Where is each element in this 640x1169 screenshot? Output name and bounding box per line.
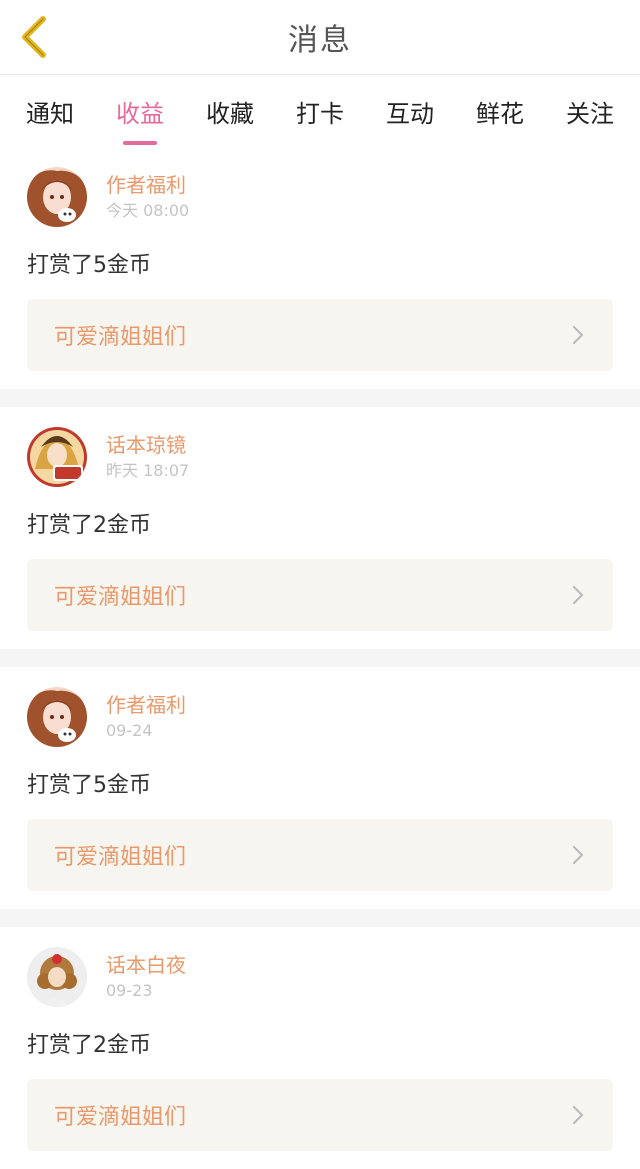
tab-flowers[interactable]: 鲜花 <box>476 75 524 147</box>
tab-favorites[interactable]: 收藏 <box>206 75 254 147</box>
target-link[interactable]: 可爱滴姐姐们 <box>27 1079 613 1151</box>
message-card: 作者福利 今天 08:00 打赏了5金币 可爱滴姐姐们 <box>0 147 640 389</box>
sender-name[interactable]: 话本白夜 <box>106 951 186 979</box>
chevron-right-icon <box>571 843 587 867</box>
divider <box>0 909 640 927</box>
reward-text: 打赏了5金币 <box>27 253 151 278</box>
chevron-right-icon <box>571 583 587 607</box>
app-header: 消息 <box>0 0 640 75</box>
message-time: 09-23 <box>106 981 153 1000</box>
tab-interaction[interactable]: 互动 <box>386 75 434 147</box>
reward-text: 打赏了2金币 <box>27 1033 151 1058</box>
message-card: 话本白夜 09-23 打赏了2金币 可爱滴姐姐们 <box>0 927 640 1169</box>
sender-name[interactable]: 话本琼镜 <box>106 431 189 459</box>
target-link[interactable]: 可爱滴姐姐们 <box>27 559 613 631</box>
tab-bar: 通知 收益 收藏 打卡 互动 鲜花 关注 <box>0 75 640 147</box>
tab-earnings[interactable]: 收益 <box>116 75 164 147</box>
message-sender: 话本琼镜 昨天 18:07 <box>27 425 613 489</box>
chevron-right-icon <box>571 323 587 347</box>
message-card: 话本琼镜 昨天 18:07 打赏了2金币 可爱滴姐姐们 <box>0 407 640 649</box>
curly-hair-avatar-icon <box>27 947 87 1007</box>
back-button[interactable] <box>14 12 54 62</box>
avatar[interactable] <box>27 947 87 1007</box>
message-sender: 作者福利 今天 08:00 <box>27 165 613 229</box>
page-title: 消息 <box>288 23 352 58</box>
divider <box>0 649 640 667</box>
chevron-right-icon <box>571 1103 587 1127</box>
message-time: 昨天 18:07 <box>106 461 190 480</box>
tab-following[interactable]: 关注 <box>566 75 614 147</box>
anime-girl-avatar-icon <box>27 687 87 747</box>
divider <box>0 389 640 407</box>
sender-name[interactable]: 作者福利 <box>106 691 186 719</box>
target-title: 可爱滴姐姐们 <box>54 1105 187 1130</box>
reward-text: 打赏了5金币 <box>27 773 151 798</box>
anime-girl-avatar-icon <box>27 167 87 227</box>
target-title: 可爱滴姐姐们 <box>54 585 187 610</box>
chevron-left-icon <box>22 16 46 58</box>
avatar[interactable] <box>27 427 87 487</box>
reward-text: 打赏了2金币 <box>27 513 151 538</box>
tab-notifications[interactable]: 通知 <box>26 75 74 147</box>
avatar[interactable] <box>27 167 87 227</box>
avatar[interactable] <box>27 687 87 747</box>
qiongjing-avatar-icon <box>27 427 87 487</box>
tab-checkin[interactable]: 打卡 <box>296 75 344 147</box>
sender-name[interactable]: 作者福利 <box>106 171 189 199</box>
target-title: 可爱滴姐姐们 <box>54 325 187 350</box>
message-time: 09-24 <box>106 721 153 740</box>
message-sender: 作者福利 09-24 <box>27 685 613 749</box>
message-sender: 话本白夜 09-23 <box>27 945 613 1009</box>
message-time: 今天 08:00 <box>106 201 190 220</box>
target-link[interactable]: 可爱滴姐姐们 <box>27 819 613 891</box>
target-link[interactable]: 可爱滴姐姐们 <box>27 299 613 371</box>
message-card: 作者福利 09-24 打赏了5金币 可爱滴姐姐们 <box>0 667 640 909</box>
target-title: 可爱滴姐姐们 <box>54 845 187 870</box>
